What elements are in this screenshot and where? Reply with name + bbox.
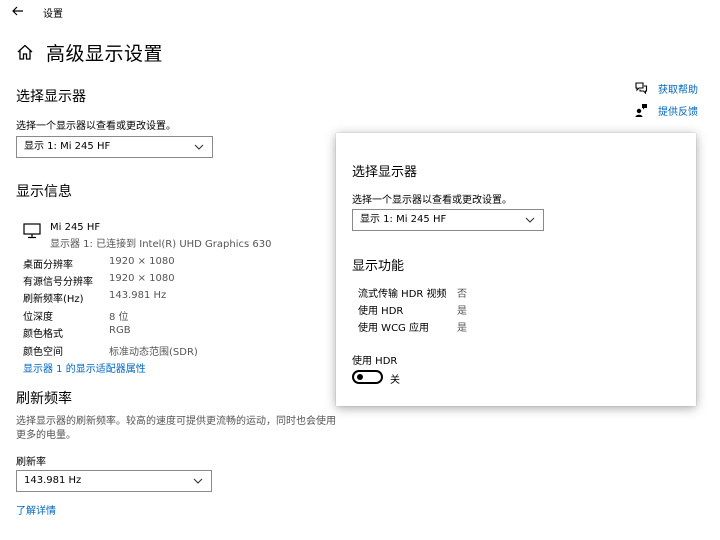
refresh-rate-description-line1: 选择显示器的刷新频率。较高的速度可提供更流畅的运动，同时也会使用 <box>16 416 336 427</box>
page-header: 高级显示设置 <box>16 38 163 66</box>
info-label: 颜色格式 <box>23 329 63 340</box>
display-features-heading: 显示功能 <box>352 259 405 274</box>
info-row-bit-depth: 位深度 8 位 <box>23 308 343 323</box>
feature-label: 使用 WCG 应用 <box>358 323 429 334</box>
monitor-icon <box>23 223 41 239</box>
title-bar: 设置 <box>0 0 720 24</box>
feature-value: 否 <box>457 289 467 300</box>
refresh-rate-description-line2: 更多的电量。 <box>16 430 76 441</box>
learn-more-link[interactable]: 了解详情 <box>16 502 56 517</box>
display-select-value: 显示 1: Mi 245 HF <box>24 141 111 152</box>
feature-row-stream-hdr-video: 流式传输 HDR 视频 否 <box>358 285 558 300</box>
display-select-dropdown[interactable]: 显示 1: Mi 245 HF <box>16 136 213 158</box>
page-title: 高级显示设置 <box>46 42 164 65</box>
display-info-heading: 显示信息 <box>16 184 72 200</box>
hdr-toggle-switch[interactable] <box>352 370 383 384</box>
info-label: 位深度 <box>23 312 53 323</box>
chevron-down-icon <box>194 144 204 150</box>
info-value: 8 位 <box>109 312 129 323</box>
refresh-rate-value: 143.981 Hz <box>24 475 82 486</box>
back-button[interactable] <box>9 2 27 20</box>
give-feedback-label: 提供反馈 <box>658 107 698 118</box>
select-display-description: 选择一个显示器以查看或更改设置。 <box>16 121 176 132</box>
feature-value: 是 <box>457 323 467 334</box>
feature-label: 流式传输 HDR 视频 <box>358 289 447 300</box>
hdr-toggle-state: 关 <box>390 375 400 386</box>
overlay-select-display-heading: 选择显示器 <box>352 165 418 180</box>
app-title: 设置 <box>43 9 63 20</box>
feature-row-use-hdr: 使用 HDR 是 <box>358 302 558 317</box>
info-row-desktop-resolution: 桌面分辨率 1920 × 1080 <box>23 256 343 271</box>
feature-value: 是 <box>457 306 467 317</box>
feature-label: 使用 HDR <box>358 306 404 317</box>
info-value: 143.981 Hz <box>109 290 167 301</box>
refresh-rate-field-label: 刷新率 <box>16 457 46 468</box>
refresh-rate-heading: 刷新频率 <box>16 391 72 407</box>
chevron-down-icon <box>525 217 535 223</box>
give-feedback-link[interactable]: 提供反馈 <box>634 102 714 118</box>
refresh-rate-dropdown[interactable]: 143.981 Hz <box>16 470 212 492</box>
monitor-subtitle: 显示器 1: 已连接到 Intel(R) UHD Graphics 630 <box>50 239 272 250</box>
monitor-name: Mi 245 HF <box>50 222 101 233</box>
info-label: 有源信号分辨率 <box>23 277 93 288</box>
info-value: 1920 × 1080 <box>109 256 175 267</box>
overlay-display-select-value: 显示 1: Mi 245 HF <box>360 214 447 225</box>
arrow-left-icon <box>12 6 23 16</box>
display-features-overlay: 选择显示器 选择一个显示器以查看或更改设置。 显示 1: Mi 245 HF 显… <box>336 133 696 406</box>
info-value: RGB <box>109 325 131 336</box>
get-help-label: 获取帮助 <box>658 85 698 96</box>
info-label: 颜色空间 <box>23 347 63 358</box>
select-display-heading: 选择显示器 <box>16 89 86 105</box>
get-help-link[interactable]: 获取帮助 <box>634 80 714 96</box>
info-row-refresh-rate: 刷新频率(Hz) 143.981 Hz <box>23 290 343 305</box>
hdr-toggle-label: 使用 HDR <box>352 356 398 367</box>
chevron-down-icon <box>193 478 203 484</box>
home-icon <box>17 44 33 60</box>
info-value: 标准动态范围(SDR) <box>109 347 198 358</box>
overlay-display-select-dropdown[interactable]: 显示 1: Mi 245 HF <box>352 209 544 231</box>
overlay-select-display-description: 选择一个显示器以查看或更改设置。 <box>352 195 512 206</box>
feature-row-use-wcg-apps: 使用 WCG 应用 是 <box>358 319 558 334</box>
info-row-color-space: 颜色空间 标准动态范围(SDR) <box>23 343 343 358</box>
info-value: 1920 × 1080 <box>109 273 175 284</box>
info-label: 刷新频率(Hz) <box>23 294 84 305</box>
info-label: 桌面分辨率 <box>23 260 73 271</box>
help-chat-icon <box>635 82 648 95</box>
info-row-color-format: 颜色格式 RGB <box>23 325 343 340</box>
toggle-knob <box>357 374 363 380</box>
display-adapter-properties-link[interactable]: 显示器 1 的显示适配器属性 <box>23 360 146 375</box>
feedback-person-icon <box>635 104 647 117</box>
info-row-active-signal-resolution: 有源信号分辨率 1920 × 1080 <box>23 273 343 288</box>
